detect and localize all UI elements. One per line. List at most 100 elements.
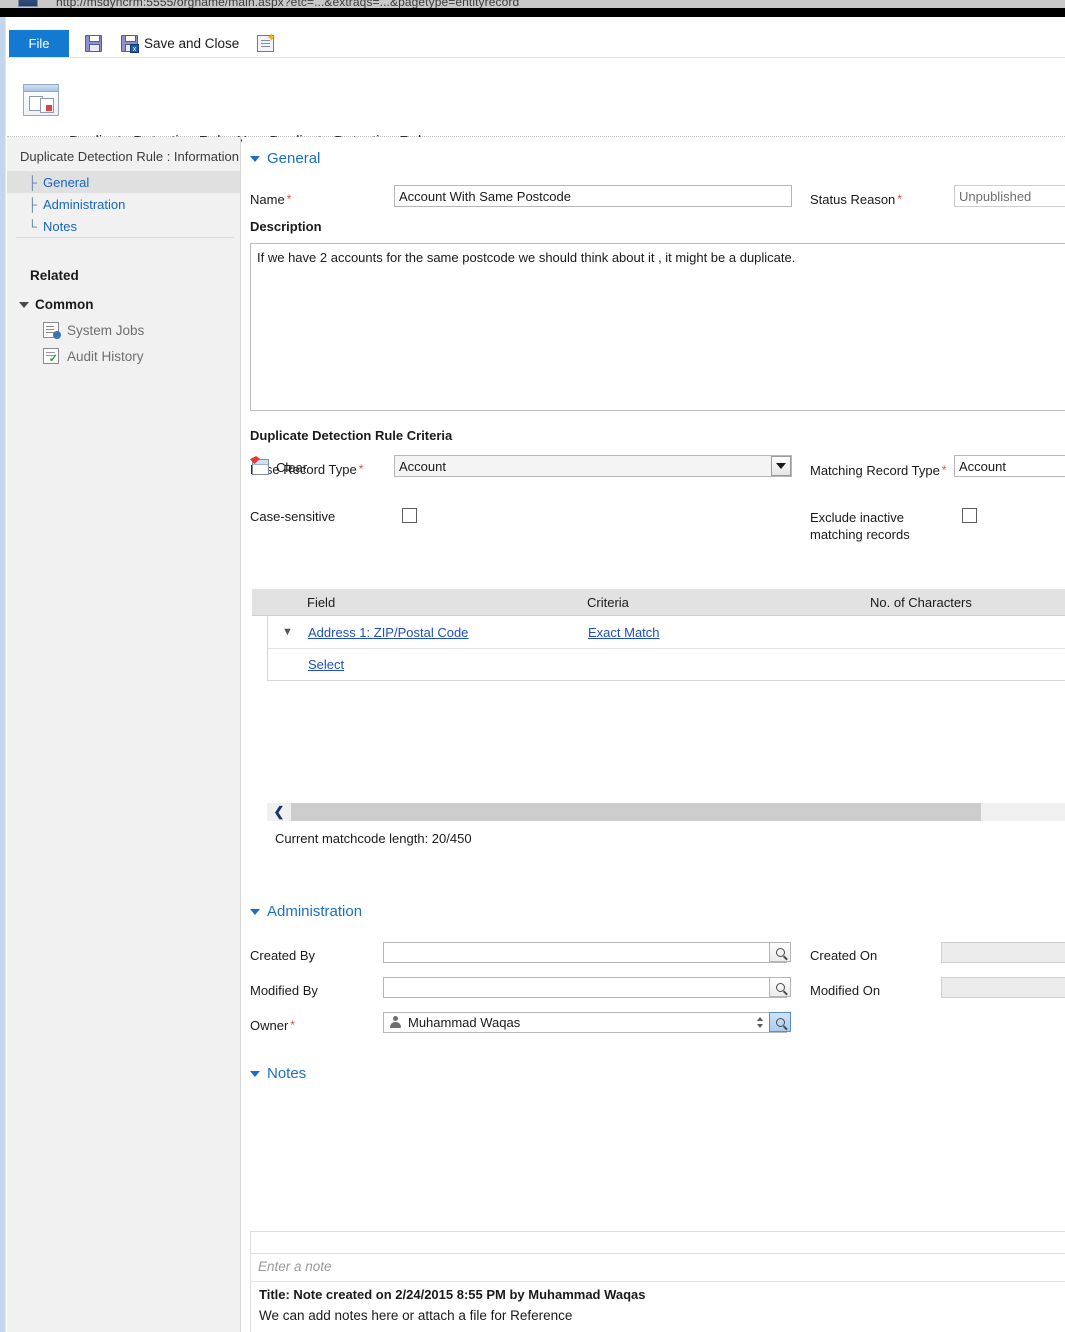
description-label: Description [250,219,322,234]
matching-record-type-label-text: Matching Record Type [810,463,940,478]
modified-by-input[interactable] [383,977,787,998]
related-group-common[interactable]: Common [19,297,94,312]
created-by-label: Created By [250,948,316,963]
navigation-pane: Duplicate Detection Rule : Information ├… [7,137,241,1332]
clear-icon [252,459,269,475]
description-textarea[interactable]: If we have 2 accounts for the same postc… [250,243,1065,411]
scroll-left-icon[interactable]: ❮ [267,803,291,821]
section-title-administration: Administration [267,903,363,920]
created-by-lookup-icon[interactable] [769,942,791,962]
column-header-no-of-characters[interactable]: No. of Characters [870,595,972,610]
related-item-label-system-jobs: System Jobs [67,322,145,338]
window-divider [0,8,1065,17]
form-header: Duplicate Detection Rule: New Duplicate … [7,58,1065,181]
sidebar-item-label-administration: Administration [43,196,126,212]
tree-branch-icon: ├ [27,196,37,212]
save-and-close-label: Save and Close [144,35,240,51]
sidebar-item-administration[interactable]: ├ Administration [7,193,240,215]
save-and-close-button[interactable]: x Save and Close [121,30,239,56]
notes-toolbar[interactable] [250,1231,1065,1254]
new-record-button[interactable]: ✦ [257,30,276,56]
case-sensitive-label: Case-sensitive [250,509,336,524]
left-edge-strip [0,17,6,1332]
chevron-down-icon [19,301,29,308]
related-item-system-jobs[interactable]: System Jobs [43,322,145,339]
owner-lookup-icon[interactable] [769,1012,791,1032]
required-marker: * [358,462,364,476]
criteria-grid-body: ▼ Address 1: ZIP/Postal Code Exact Match… [267,616,1065,681]
table-row-select[interactable]: Select [268,648,1065,680]
owner-label-text: Owner [250,1018,289,1033]
related-item-label-audit-history: Audit History [67,348,144,364]
note-body: We can add notes here or attach a file f… [259,1308,573,1323]
section-header-notes[interactable]: Notes [250,1065,306,1082]
section-title-notes: Notes [267,1065,307,1082]
nav-pane-header: Duplicate Detection Rule : Information [20,149,239,164]
nav-divider [16,237,234,238]
created-on-value [941,942,1065,963]
section-header-administration[interactable]: Administration [250,903,362,920]
related-item-audit-history[interactable]: Audit History [43,348,144,365]
criteria-section-title: Duplicate Detection Rule Criteria [250,428,453,443]
case-sensitive-checkbox[interactable] [402,508,417,523]
note-input[interactable]: Enter a note [250,1254,1065,1282]
matching-record-type-label: Matching Record Type * [810,462,950,479]
modified-on-label: Modified On [810,983,881,998]
duplicate-detection-rule-icon [23,84,59,116]
sidebar-item-label-notes: Notes [43,218,77,234]
section-header-general[interactable]: General [250,150,320,167]
modified-on-value [941,977,1065,998]
chevron-down-icon [250,1070,260,1077]
created-on-label: Created On [810,948,878,963]
sidebar-item-label-general: General [43,174,90,190]
clear-button[interactable]: Clear [252,459,307,475]
column-header-criteria[interactable]: Criteria [587,595,629,610]
required-marker: * [290,1018,295,1032]
section-title-general: General [267,150,321,167]
criteria-field-link[interactable]: Address 1: ZIP/Postal Code [308,625,468,640]
owner-input[interactable]: Muhammad Waqas [383,1012,787,1033]
save-button[interactable] [85,30,102,56]
form-body: General Name * Account With Same Postcode… [242,137,1065,1332]
matchcode-length-text: Current matchcode length: 20/450 [275,831,472,846]
matching-record-type-select[interactable]: Account [954,455,1065,477]
system-jobs-icon [43,322,61,339]
owner-spinner-icon[interactable] [754,1012,766,1032]
address-bar-url: http://msdyncrm:5555/orgname/main.aspx?e… [56,0,520,8]
status-reason-label-text: Status Reason [810,192,896,207]
criteria-operator-link[interactable]: Exact Match [588,625,660,640]
scrollbar-thumb[interactable] [291,803,981,821]
sidebar-item-notes[interactable]: └ Notes [7,215,240,237]
new-record-icon: ✦ [257,32,276,52]
browser-address-bar[interactable]: http://msdyncrm:5555/orgname/main.aspx?e… [0,0,1065,8]
table-row[interactable]: ▼ Address 1: ZIP/Postal Code Exact Match [268,616,1065,649]
required-marker: * [941,463,947,477]
save-floppy-icon [85,34,102,52]
sidebar-item-general[interactable]: ├ General [7,171,240,193]
chevron-down-icon[interactable] [771,456,791,476]
exclude-inactive-checkbox[interactable] [962,508,977,523]
audit-history-icon [43,348,59,365]
column-header-field[interactable]: Field [307,595,335,610]
name-label-text: Name [250,192,285,207]
grid-horizontal-scrollbar[interactable]: ❮ [267,803,1065,821]
criteria-grid-header: Field Criteria No. of Characters [252,589,1065,616]
select-link[interactable]: Select [308,657,344,672]
chevron-down-icon [250,908,260,915]
required-marker: * [286,192,292,206]
user-avatar-icon [389,1016,402,1029]
related-heading: Related [30,268,79,283]
name-label: Name * [250,192,291,207]
created-by-input[interactable] [383,942,787,963]
owner-label: Owner * [250,1018,295,1033]
browser-favicon [18,0,38,7]
modified-by-label: Modified By [250,983,318,998]
exclude-inactive-label: Exclude inactive matching records [810,510,910,542]
required-marker: * [897,192,902,206]
modified-by-lookup-icon[interactable] [769,977,791,997]
note-title: Title: Note created on 2/24/2015 8:55 PM… [259,1287,646,1302]
file-tab[interactable]: File [9,30,69,57]
name-input[interactable]: Account With Same Postcode [394,185,792,207]
chevron-down-icon[interactable]: ▼ [282,626,293,638]
base-record-type-select[interactable]: Account [394,455,792,477]
